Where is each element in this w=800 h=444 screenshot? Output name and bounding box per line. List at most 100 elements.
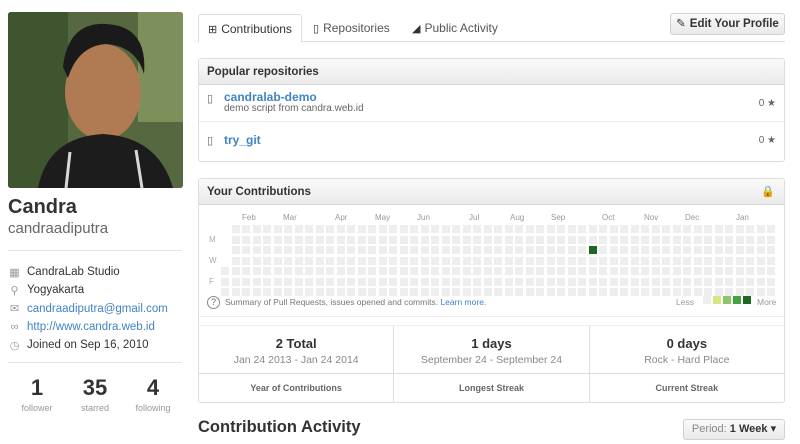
- stat-total-value: 2 Total: [275, 336, 317, 351]
- calendar-day-cell: [546, 235, 555, 244]
- tab-repositories[interactable]: ▯ Repositories: [304, 14, 399, 43]
- calendar-day-cell: [630, 225, 639, 233]
- month-label: Nov: [644, 213, 659, 222]
- calendar-day-cell: [305, 225, 313, 233]
- divider: [8, 362, 182, 363]
- following-stat[interactable]: 4 following: [124, 376, 182, 414]
- stat-current-value: 0 days: [666, 336, 708, 351]
- calendar-day-cell: [609, 267, 618, 275]
- calendar-day-cell: [599, 246, 607, 254]
- calendar-day-cell: [536, 225, 544, 233]
- period-label: Period:: [691, 423, 727, 435]
- calendar-day-cell: [231, 246, 240, 254]
- email-link[interactable]: candraadiputra@gmail.com: [27, 303, 168, 315]
- calendar-day-cell: [704, 256, 712, 265]
- calendar-day-cell: [756, 256, 765, 265]
- stat-total-range: Jan 24 2013 - Jan 24 2014: [233, 354, 359, 366]
- calendar-day-cell: [431, 256, 439, 265]
- calendar-day-cell: [767, 246, 775, 254]
- calendar-day-cell: [473, 277, 481, 286]
- calendar-day-cell: [725, 277, 733, 286]
- detail-joined: ◷ Joined on Sep 16, 2010: [8, 336, 183, 354]
- tab-contributions-label: Contributions: [221, 22, 292, 36]
- stat-year-total: 2 Total Jan 24 2013 - Jan 24 2014 Year o…: [199, 326, 395, 402]
- calendar-day-cell: [452, 235, 460, 244]
- calendar-day-cell: [357, 256, 366, 265]
- calendar-day-cell: [756, 267, 765, 275]
- calendar-day-cell: [420, 277, 429, 286]
- learn-more-link[interactable]: Learn more.: [440, 297, 486, 307]
- calendar-day-cell: [347, 267, 355, 275]
- calendar-day-cell: [368, 277, 376, 286]
- calendar-day-cell: [347, 256, 355, 265]
- repo-name-link[interactable]: try_git: [224, 133, 261, 147]
- calendar-day-cell: [693, 235, 702, 244]
- calendar-day-cell: [599, 256, 607, 265]
- calendar-day-cell: [620, 246, 628, 254]
- repo-name-link[interactable]: candralab-demo: [224, 90, 317, 104]
- starred-stat[interactable]: 35 starred: [66, 376, 124, 414]
- calendar-day-cell: [662, 246, 670, 254]
- calendar-day-cell: [221, 277, 229, 286]
- followers-stat[interactable]: 1 follower: [8, 376, 66, 414]
- calendar-day-cell: [641, 256, 649, 265]
- edit-profile-label: Edit Your Profile: [689, 18, 779, 30]
- calendar-day-cell: [651, 235, 660, 244]
- calendar-day-cell: [294, 277, 303, 286]
- tab-contributions[interactable]: ⊞ Contributions: [198, 14, 302, 43]
- month-label: May: [375, 213, 391, 222]
- tab-public-activity[interactable]: ◢ Public Activity: [403, 14, 507, 43]
- avatar: [8, 12, 183, 188]
- calendar-day-cell: [515, 235, 523, 244]
- calendar-day-cell: [252, 277, 261, 286]
- help-icon[interactable]: ?: [207, 296, 220, 309]
- calendar-day-cell: [336, 246, 345, 254]
- calendar-day-cell: [609, 225, 618, 233]
- calendar-day-cell: [578, 246, 586, 254]
- building-icon: ▦: [9, 266, 20, 279]
- calendar-day-cell: [294, 267, 303, 275]
- calendar-day-cell: [588, 277, 597, 286]
- detail-organization-text: CandraLab Studio: [27, 266, 120, 279]
- period-select-button[interactable]: Period: 1 Week ▾: [683, 419, 785, 440]
- repo-icon: ▯: [313, 23, 320, 35]
- legend-swatch: [733, 296, 741, 304]
- calendar-day-cell: [735, 246, 744, 254]
- calendar-day-cell: [746, 235, 754, 244]
- detail-email[interactable]: ✉ candraadiputra@gmail.com: [8, 300, 183, 318]
- contributions-header: Your Contributions 🔒: [199, 179, 784, 205]
- calendar-day-cell: [231, 267, 240, 275]
- detail-website[interactable]: ∞ http://www.candra.web.id: [8, 318, 183, 336]
- calendar-day-cell: [630, 277, 639, 286]
- edit-profile-button[interactable]: ✎ Edit Your Profile: [670, 13, 785, 35]
- calendar-day-cell: [557, 225, 565, 233]
- calendar-day-cell: [756, 225, 765, 233]
- calendar-day-cell: [431, 235, 439, 244]
- repo-item[interactable]: ▯ candralab-demo demo script from candra…: [199, 85, 784, 122]
- calendar-day-cell: [725, 267, 733, 275]
- stat-current-streak: 0 days Rock - Hard Place Current Streak: [589, 326, 784, 402]
- website-link[interactable]: http://www.candra.web.id: [27, 321, 155, 333]
- calendar-day-cell: [735, 277, 744, 286]
- calendar-day-cell: [336, 267, 345, 275]
- repo-icon: ▯: [207, 93, 214, 105]
- calendar-day-cell: [399, 256, 408, 265]
- profile-details: ▦ CandraLab Studio ⚲ Yogyakarta ✉ candra…: [8, 263, 183, 354]
- calendar-day-cell: [368, 235, 376, 244]
- calendar-day-cell: [567, 235, 576, 244]
- repo-item[interactable]: ▯ try_git 0 ★: [199, 122, 784, 159]
- calendar-day-cell: [420, 246, 429, 254]
- calendar-day-cell: [557, 277, 565, 286]
- calendar-day-cell: [305, 256, 313, 265]
- calendar-day-cell: [441, 267, 450, 275]
- calendar-day-cell: [378, 277, 387, 286]
- calendar-day-cell: [462, 267, 471, 275]
- calendar-day-cell: [410, 277, 418, 286]
- calendar-day-cell: [378, 225, 387, 233]
- stat-longest-label: Longest Streak: [394, 373, 589, 402]
- calendar-day-cell: [273, 256, 282, 265]
- calendar-day-cell: [588, 256, 597, 265]
- calendar-day-cell: [683, 235, 691, 244]
- calendar-day-cell: [441, 277, 450, 286]
- calendar-day-cell: [483, 267, 492, 275]
